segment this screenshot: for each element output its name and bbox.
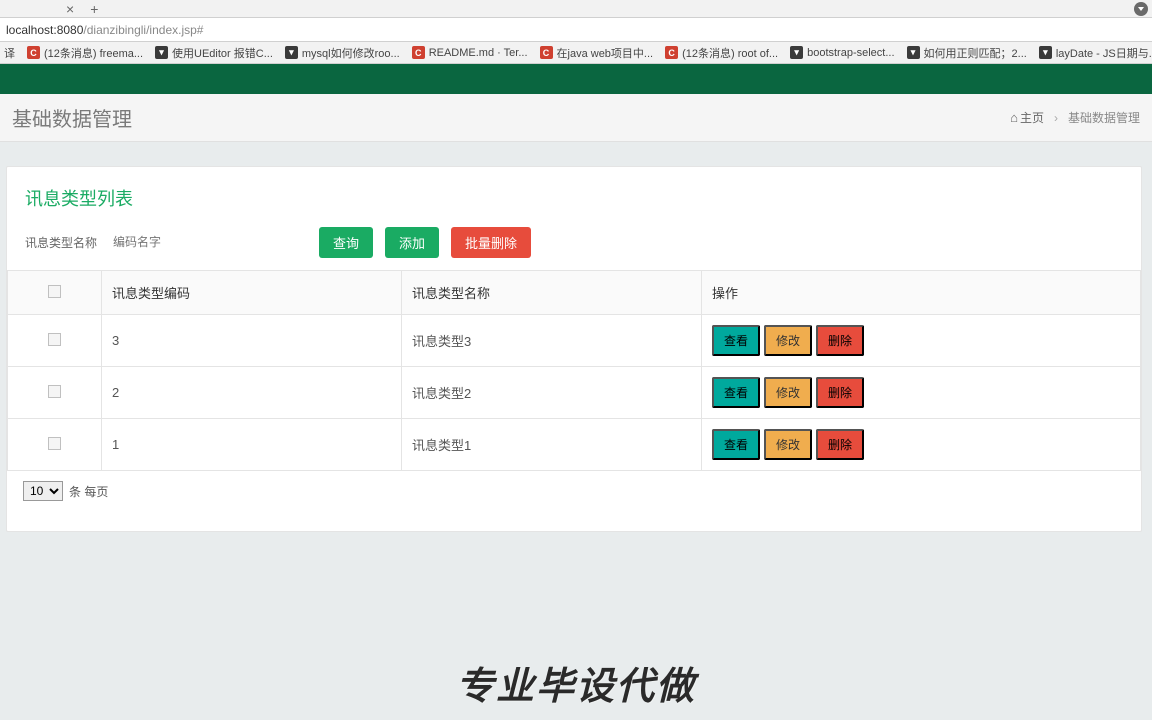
cell-name: 讯息类型1 bbox=[402, 419, 702, 471]
watermark-text: 专业毕设代做 bbox=[456, 655, 696, 710]
delete-button[interactable]: 删除 bbox=[816, 377, 864, 408]
cell-code: 1 bbox=[102, 419, 402, 471]
breadcrumb: 主页 › 基础数据管理 bbox=[1010, 109, 1140, 126]
bookmark-item[interactable]: ▾mysql如何修改roo... bbox=[285, 45, 400, 61]
bookmark-item[interactable]: ▾bootstrap-select... bbox=[790, 46, 894, 59]
view-button[interactable]: 查看 bbox=[712, 325, 760, 356]
filter-input[interactable] bbox=[109, 231, 199, 254]
view-button[interactable]: 查看 bbox=[712, 429, 760, 460]
page-title: 基础数据管理 bbox=[12, 103, 132, 132]
cell-code: 2 bbox=[102, 367, 402, 419]
cell-name: 讯息类型3 bbox=[402, 315, 702, 367]
header-checkbox bbox=[8, 271, 102, 315]
edit-button[interactable]: 修改 bbox=[764, 429, 812, 460]
page-title-bar: 基础数据管理 主页 › 基础数据管理 bbox=[0, 94, 1152, 142]
delete-button[interactable]: 删除 bbox=[816, 325, 864, 356]
panel-title: 讯息类型列表 bbox=[7, 185, 1141, 227]
bookmarks-bar: 译 C(12条消息) freema... ▾使用UEditor 报错C... ▾… bbox=[0, 42, 1152, 64]
bookmark-item[interactable]: C在java web项目中... bbox=[540, 45, 654, 61]
add-button[interactable]: 添加 bbox=[385, 227, 439, 258]
select-all-checkbox[interactable] bbox=[48, 285, 61, 298]
bookmark-icon: ▾ bbox=[1039, 46, 1052, 59]
row-checkbox[interactable] bbox=[48, 437, 61, 450]
bookmark-item[interactable]: 译 bbox=[4, 45, 15, 61]
breadcrumb-current: 基础数据管理 bbox=[1068, 109, 1140, 126]
view-button[interactable]: 查看 bbox=[712, 377, 760, 408]
url-path: /dianzibingli/index.jsp# bbox=[83, 23, 203, 37]
row-checkbox[interactable] bbox=[48, 333, 61, 346]
table-row: 2 讯息类型2 查看 修改 删除 bbox=[8, 367, 1141, 419]
bookmark-item[interactable]: C(12条消息) freema... bbox=[27, 45, 143, 61]
bookmark-icon: ▾ bbox=[155, 46, 168, 59]
bookmark-icon: C bbox=[27, 46, 40, 59]
filter-label: 讯息类型名称 bbox=[25, 234, 97, 251]
bookmark-icon: ▾ bbox=[285, 46, 298, 59]
browser-tab-strip: × + bbox=[0, 0, 1152, 18]
table-row: 1 讯息类型1 查看 修改 删除 bbox=[8, 419, 1141, 471]
bookmark-item[interactable]: ▾使用UEditor 报错C... bbox=[155, 45, 273, 61]
bookmark-item[interactable]: ▾layDate - JS日期与... bbox=[1039, 45, 1152, 61]
bookmark-icon: ▾ bbox=[907, 46, 920, 59]
header-code: 讯息类型编码 bbox=[102, 271, 402, 315]
breadcrumb-home[interactable]: 主页 bbox=[1010, 109, 1044, 126]
table-row: 3 讯息类型3 查看 修改 删除 bbox=[8, 315, 1141, 367]
batch-delete-button[interactable]: 批量删除 bbox=[451, 227, 531, 258]
pager-label: 条 每页 bbox=[69, 483, 108, 500]
bookmark-icon: C bbox=[412, 46, 425, 59]
tab-close-icon[interactable]: × bbox=[66, 1, 74, 17]
address-bar[interactable]: localhost:8080/dianzibingli/index.jsp# bbox=[0, 18, 1152, 42]
cell-name: 讯息类型2 bbox=[402, 367, 702, 419]
cell-code: 3 bbox=[102, 315, 402, 367]
breadcrumb-separator: › bbox=[1054, 111, 1058, 125]
bookmark-item[interactable]: C(12条消息) root of... bbox=[665, 45, 778, 61]
bookmark-item[interactable]: CREADME.md · Ter... bbox=[412, 46, 528, 59]
tab-add-icon[interactable]: + bbox=[90, 1, 98, 17]
bookmark-icon: C bbox=[665, 46, 678, 59]
window-control-icon[interactable] bbox=[1134, 2, 1148, 16]
page-size-select[interactable]: 10 bbox=[23, 481, 63, 501]
app-header bbox=[0, 64, 1152, 94]
bookmark-icon: C bbox=[540, 46, 553, 59]
delete-button[interactable]: 删除 bbox=[816, 429, 864, 460]
content-panel: 讯息类型列表 讯息类型名称 查询 添加 批量删除 讯息类型编码 讯息类型名称 操… bbox=[6, 166, 1142, 532]
bookmark-item[interactable]: ▾如何用正则匹配；2... bbox=[907, 45, 1027, 61]
edit-button[interactable]: 修改 bbox=[764, 377, 812, 408]
url-host: localhost:8080 bbox=[6, 23, 83, 37]
edit-button[interactable]: 修改 bbox=[764, 325, 812, 356]
pager: 10 条 每页 bbox=[7, 471, 1141, 501]
row-checkbox[interactable] bbox=[48, 385, 61, 398]
data-table: 讯息类型编码 讯息类型名称 操作 3 讯息类型3 查看 修改 删除 bbox=[7, 270, 1141, 471]
query-button[interactable]: 查询 bbox=[319, 227, 373, 258]
filter-row: 讯息类型名称 查询 添加 批量删除 bbox=[7, 227, 1141, 270]
bookmark-icon: ▾ bbox=[790, 46, 803, 59]
header-name: 讯息类型名称 bbox=[402, 271, 702, 315]
header-action: 操作 bbox=[702, 271, 1141, 315]
